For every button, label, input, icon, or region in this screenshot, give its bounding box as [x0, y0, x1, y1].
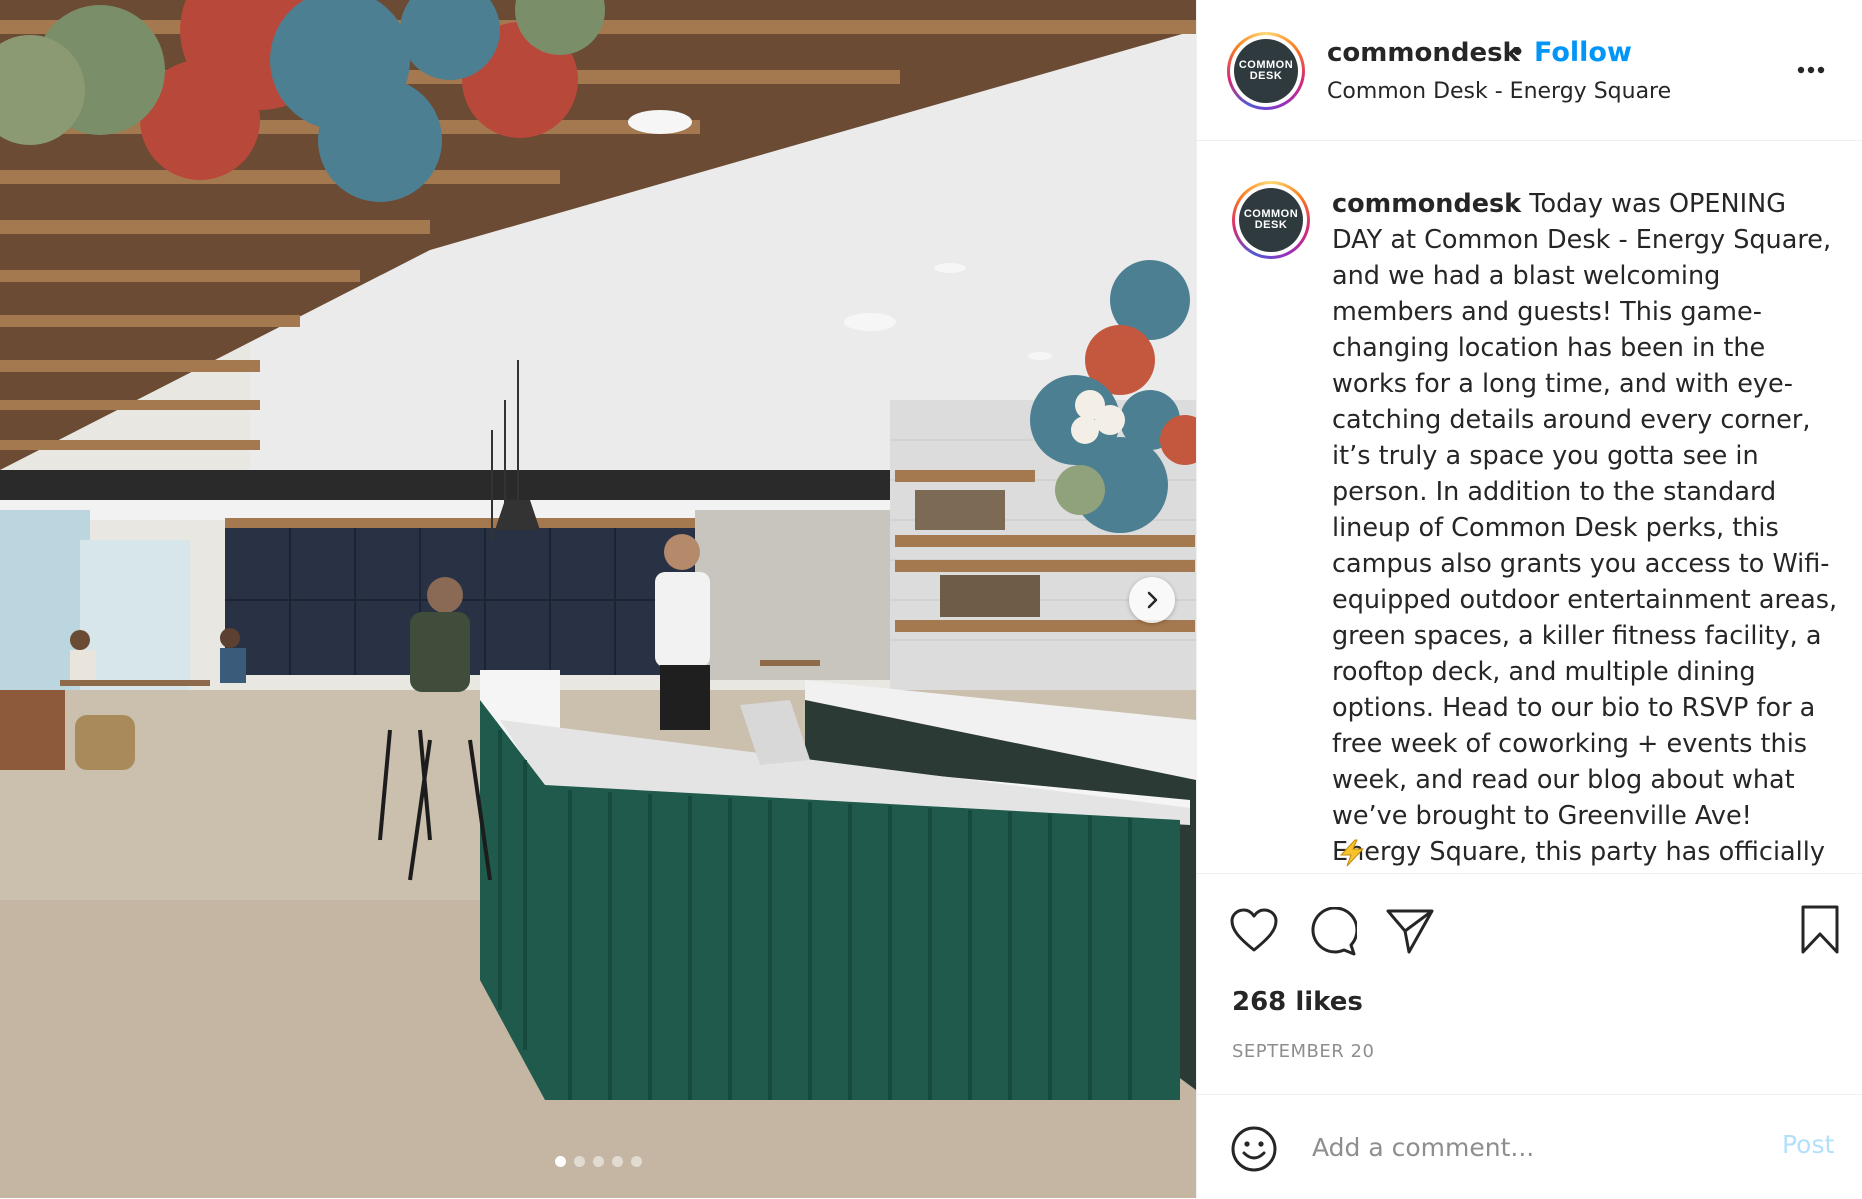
post-date[interactable]: SEPTEMBER 20: [1232, 1041, 1374, 1062]
carousel-dot: [611, 1156, 623, 1167]
post-image[interactable]: [0, 0, 1196, 1198]
caption-body: Today was OPENING DAY at Common Desk - E…: [1332, 189, 1838, 867]
caption-section: COMMON DESK commondesk Today was OPENING…: [1197, 141, 1862, 873]
separator-dot: •: [1510, 38, 1526, 68]
heart-icon[interactable]: [1229, 908, 1279, 954]
comment-bar: Post: [1197, 1094, 1862, 1199]
bookmark-icon[interactable]: [1799, 904, 1841, 956]
lightning-bolt-emoji: [1339, 839, 1365, 867]
more-options-button[interactable]: [1791, 55, 1831, 85]
common-desk-logo: COMMON DESK: [1234, 39, 1298, 103]
post-header: COMMON DESK commondesk • Follow Common D…: [1197, 0, 1862, 141]
emoji-icon[interactable]: [1230, 1125, 1278, 1173]
post-sidebar: COMMON DESK commondesk • Follow Common D…: [1196, 0, 1862, 1198]
post-actions: 268 likes SEPTEMBER 20: [1197, 873, 1862, 1102]
carousel-next-button[interactable]: [1129, 577, 1175, 623]
follow-button[interactable]: Follow: [1534, 37, 1632, 68]
caption-text: commondesk Today was OPENING DAY at Comm…: [1332, 186, 1842, 873]
comment-icon[interactable]: [1307, 907, 1357, 957]
post-comment-button[interactable]: Post: [1782, 1130, 1834, 1159]
avatar[interactable]: COMMON DESK: [1227, 32, 1305, 110]
post-location[interactable]: Common Desk - Energy Square: [1327, 79, 1671, 104]
caption-username[interactable]: commondesk: [1332, 189, 1521, 219]
more-horizontal-icon: [1797, 66, 1825, 74]
common-desk-logo: COMMON DESK: [1239, 188, 1303, 252]
carousel-dot: [573, 1156, 585, 1167]
carousel-dot: [630, 1156, 642, 1167]
chevron-right-icon: [1147, 591, 1158, 609]
post-username[interactable]: commondesk: [1327, 38, 1520, 68]
carousel-dot: [592, 1156, 604, 1167]
coworking-space-photo: [0, 0, 1196, 1198]
share-icon[interactable]: [1385, 907, 1435, 955]
carousel-dot: [554, 1156, 566, 1167]
comment-input[interactable]: [1310, 1125, 1754, 1169]
carousel-indicator: [0, 1156, 1196, 1167]
caption-avatar[interactable]: COMMON DESK: [1232, 181, 1310, 259]
likes-count[interactable]: 268 likes: [1232, 987, 1363, 1017]
